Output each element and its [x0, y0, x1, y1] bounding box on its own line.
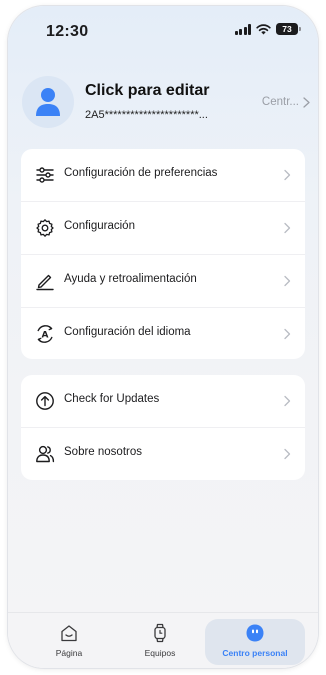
chevron-right-icon [284, 448, 291, 460]
sliders-icon [36, 167, 54, 183]
chevron-right-icon [303, 96, 310, 108]
personal-center-link[interactable]: Centr... [262, 96, 310, 108]
arrow-up-circle-icon [36, 392, 54, 410]
menu-item-label: Ayuda y retroalimentación [64, 273, 197, 285]
gear-icon [36, 219, 54, 237]
menu-item-label: Configuración del idioma [64, 326, 191, 338]
personal-center-label: Centr... [261, 96, 299, 108]
menu-item-label: Configuración [64, 220, 135, 232]
tab-label: Centro personal [222, 648, 288, 658]
user-icon [36, 88, 60, 116]
chevron-right-icon [284, 328, 291, 340]
bottom-tab-bar: Página Equipos Centro personal [8, 612, 318, 668]
pencil-icon [36, 274, 54, 291]
avatar[interactable] [22, 76, 74, 128]
battery-icon: 73 [276, 23, 301, 35]
language-icon: A [37, 325, 53, 343]
menu-item-help-feedback[interactable]: Ayuda y retroalimentación [21, 255, 305, 308]
tab-home[interactable]: Página [24, 613, 114, 668]
home-icon [61, 625, 77, 642]
settings-card: Configuración de preferencias Configurac… [21, 149, 305, 359]
menu-item-about-us[interactable]: Sobre nosotros [21, 428, 305, 480]
status-bar: 12:30 73 [8, 6, 318, 54]
tab-label: Equipos [144, 648, 176, 658]
chevron-right-icon [284, 395, 291, 407]
menu-item-label: Check for Updates [64, 393, 160, 405]
menu-item-settings[interactable]: Configuración [21, 202, 305, 255]
profile-name[interactable]: Click para editar [85, 82, 210, 100]
svg-text:A: A [42, 331, 49, 341]
menu-item-label: Sobre nosotros [64, 446, 142, 458]
tab-label: Página [55, 648, 83, 658]
users-icon [36, 445, 55, 463]
menu-item-language[interactable]: A Configuración del idioma [21, 308, 305, 360]
watch-icon [154, 623, 166, 643]
wifi-icon [256, 23, 271, 34]
chevron-right-icon [284, 169, 291, 181]
tab-personal-center[interactable]: Centro personal [210, 613, 300, 668]
chevron-right-icon [284, 275, 291, 287]
profile-id: 2A5**********************... [85, 109, 208, 121]
face-icon [246, 624, 264, 642]
chevron-right-icon [284, 222, 291, 234]
menu-item-label: Configuración de preferencias [64, 167, 218, 179]
tab-devices[interactable]: Equipos [115, 613, 205, 668]
info-card: Check for Updates Sobre nosotros [21, 375, 305, 480]
signal-icon [234, 23, 251, 35]
phone-screen: 12:30 73 Click para editar 2A5**********… [8, 6, 318, 668]
status-time: 12:30 [46, 23, 89, 40]
menu-item-check-updates[interactable]: Check for Updates [21, 375, 305, 428]
menu-item-preferences[interactable]: Configuración de preferencias [21, 149, 305, 202]
status-icons: 73 [234, 23, 301, 35]
profile-header[interactable]: Click para editar 2A5*******************… [22, 76, 312, 132]
